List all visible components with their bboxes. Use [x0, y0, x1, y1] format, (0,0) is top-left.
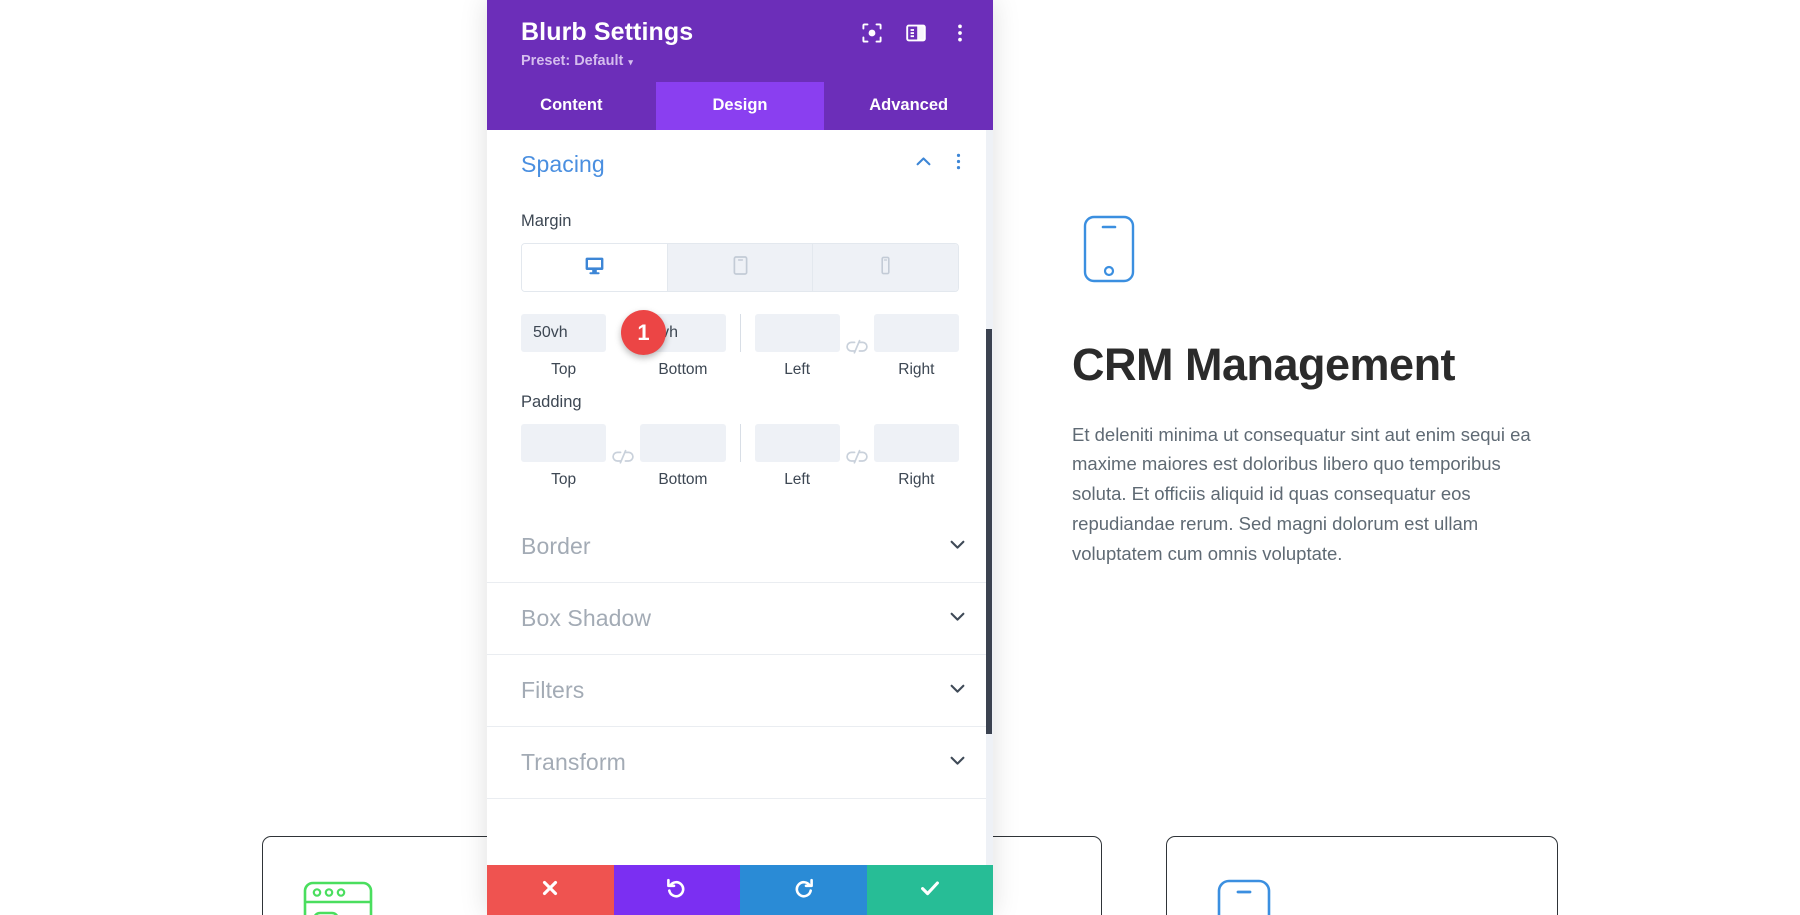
padding-bottom-input[interactable] — [640, 424, 725, 462]
spacing-section-content: Margin — [487, 212, 993, 511]
section-header-filters[interactable]: Filters — [487, 655, 993, 727]
padding-top-bottom-pair: Top Bottom — [521, 424, 726, 489]
mobile-device-icon — [1072, 212, 1146, 286]
margin-fields-row: 1 Top Bottom — [521, 314, 959, 379]
more-options-icon[interactable] — [949, 22, 971, 44]
check-icon — [918, 876, 942, 905]
margin-left-caption: Left — [755, 361, 840, 379]
section-header-transform[interactable]: Transform — [487, 727, 993, 799]
panel-scrollbar-thumb[interactable] — [986, 329, 992, 734]
panel-tabs: Content Design Advanced — [487, 82, 993, 130]
chevron-down-icon[interactable] — [948, 535, 967, 559]
padding-left-caption: Left — [755, 471, 840, 489]
tab-content[interactable]: Content — [487, 82, 656, 130]
panel-body: Spacing — [487, 130, 993, 865]
padding-top-input[interactable] — [521, 424, 606, 462]
redo-icon — [792, 876, 815, 904]
padding-label: Padding — [521, 393, 959, 412]
padding-right-field: Right — [874, 424, 959, 489]
cancel-button[interactable] — [487, 865, 614, 915]
padding-fields-row: Top Bottom — [521, 424, 959, 489]
save-button[interactable] — [867, 865, 994, 915]
desktop-icon — [584, 255, 605, 281]
padding-left-input[interactable] — [755, 424, 840, 462]
padding-left-right-pair: Left Right — [755, 424, 960, 489]
step-badge-1: 1 — [621, 310, 666, 355]
device-tab-phone[interactable] — [813, 244, 958, 291]
blurb-settings-panel: Blurb Settings Preset: Default ▾ — [487, 0, 993, 915]
tab-design[interactable]: Design — [656, 82, 825, 130]
broken-link-icon[interactable] — [840, 438, 874, 476]
spacing-section-actions — [914, 152, 967, 176]
device-tab-desktop[interactable] — [522, 244, 668, 291]
margin-top-caption: Top — [521, 361, 606, 379]
redo-button[interactable] — [740, 865, 867, 915]
tablet-icon — [730, 255, 751, 281]
section-header-border[interactable]: Border — [487, 511, 993, 583]
padding-right-caption: Right — [874, 471, 959, 489]
device-tab-tablet[interactable] — [668, 244, 814, 291]
undo-icon — [665, 876, 688, 904]
browser-window-icon — [301, 875, 379, 915]
undo-button[interactable] — [614, 865, 741, 915]
close-icon — [539, 877, 561, 904]
focus-icon[interactable] — [861, 22, 883, 44]
margin-right-field: Right — [874, 314, 959, 379]
padding-pair-divider — [740, 424, 741, 462]
margin-left-input[interactable] — [755, 314, 840, 352]
section-more-options-icon[interactable] — [950, 153, 967, 175]
chevron-down-icon[interactable] — [948, 679, 967, 703]
section-title-box-shadow: Box Shadow — [521, 605, 948, 632]
padding-top-field: Top — [521, 424, 606, 489]
margin-top-input[interactable] — [521, 314, 606, 352]
phone-icon — [875, 255, 896, 281]
margin-top-field: Top — [521, 314, 606, 379]
chevron-down-icon[interactable] — [948, 751, 967, 775]
panel-layout-icon[interactable] — [905, 22, 927, 44]
chevron-up-icon[interactable] — [914, 152, 933, 176]
padding-bottom-field: Bottom — [640, 424, 725, 489]
chevron-down-icon: ▾ — [628, 58, 633, 67]
section-title-filters: Filters — [521, 677, 948, 704]
padding-left-field: Left — [755, 424, 840, 489]
margin-left-right-pair: Left Right — [755, 314, 960, 379]
panel-header-actions — [861, 22, 971, 44]
section-header-box-shadow[interactable]: Box Shadow — [487, 583, 993, 655]
section-title-transform: Transform — [521, 749, 948, 776]
section-title-border: Border — [521, 533, 948, 560]
margin-pair-divider — [740, 314, 741, 352]
page-title: CRM Management — [1072, 340, 1592, 390]
padding-bottom-caption: Bottom — [640, 471, 725, 489]
section-header-spacing[interactable]: Spacing — [487, 130, 993, 198]
chevron-down-icon[interactable] — [948, 607, 967, 631]
broken-link-icon[interactable] — [606, 438, 640, 476]
mobile-device-icon — [1205, 875, 1283, 915]
blurb-module: CRM Management Et deleniti minima ut con… — [1072, 212, 1592, 569]
tab-advanced[interactable]: Advanced — [824, 82, 993, 130]
blurb-body-text: Et deleniti minima ut consequatur sint a… — [1072, 420, 1542, 570]
margin-bottom-caption: Bottom — [640, 361, 725, 379]
section-title-spacing: Spacing — [521, 151, 914, 178]
panel-header: Blurb Settings Preset: Default ▾ — [487, 0, 993, 82]
margin-right-input[interactable] — [874, 314, 959, 352]
bottom-card-right — [1166, 836, 1558, 915]
margin-label: Margin — [521, 212, 959, 231]
preset-label: Preset: Default — [521, 53, 623, 69]
panel-action-bar — [487, 865, 993, 915]
margin-right-caption: Right — [874, 361, 959, 379]
margin-left-field: Left — [755, 314, 840, 379]
preset-selector[interactable]: Preset: Default ▾ — [521, 53, 633, 69]
panel-scrollbar[interactable] — [986, 130, 993, 865]
responsive-device-tabs — [521, 243, 959, 292]
padding-right-input[interactable] — [874, 424, 959, 462]
broken-link-icon[interactable] — [840, 328, 874, 366]
padding-top-caption: Top — [521, 471, 606, 489]
screen-root: CRM Management Et deleniti minima ut con… — [0, 0, 1800, 915]
